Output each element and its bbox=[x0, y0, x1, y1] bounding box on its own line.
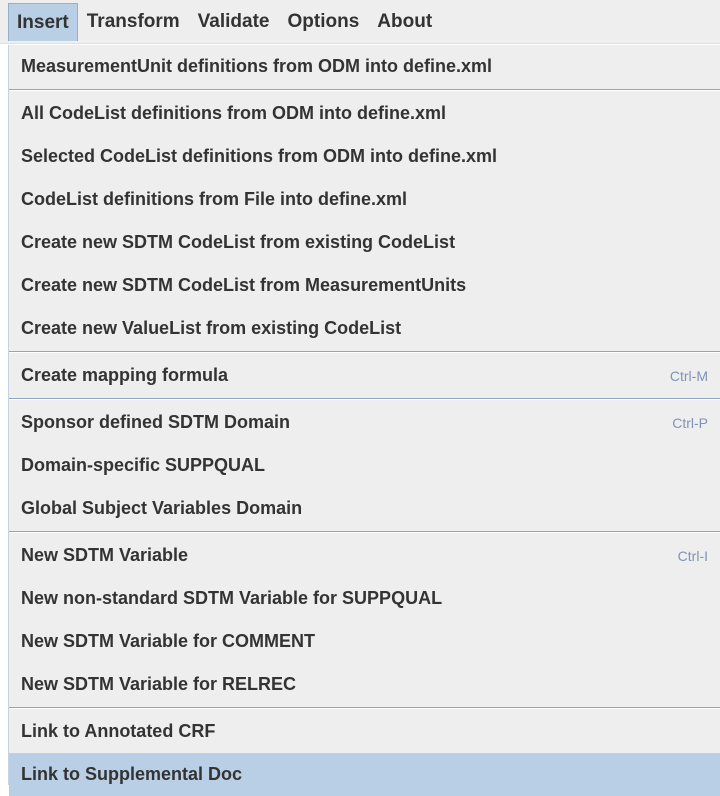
menu-item-label: Selected CodeList definitions from ODM i… bbox=[21, 146, 498, 166]
insert-dropdown-menu: MeasurementUnit definitions from ODM int… bbox=[8, 45, 720, 796]
menu-item-codelist-definitions-from-file[interactable]: CodeList definitions from File into defi… bbox=[9, 178, 720, 221]
menu-item-new-variable-comment[interactable]: New SDTM Variable for COMMENT bbox=[9, 620, 720, 663]
menu-item-link-supplemental-doc[interactable]: Link to Supplemental Doc bbox=[9, 753, 720, 796]
menu-item-new-variable-relrec[interactable]: New SDTM Variable for RELREC bbox=[9, 663, 720, 706]
menu-options[interactable]: Options bbox=[279, 3, 369, 41]
menu-bar: Insert Transform Validate Options About bbox=[0, 0, 720, 44]
menu-item-selected-codelist-definitions[interactable]: Selected CodeList definitions from ODM i… bbox=[9, 135, 720, 178]
menu-item-measurementunit-definitions[interactable]: MeasurementUnit definitions from ODM int… bbox=[9, 45, 720, 88]
menu-item-shortcut: Ctrl-P bbox=[672, 414, 708, 431]
menu-item-label: Link to Annotated CRF bbox=[21, 721, 216, 741]
menu-item-label: Link to Supplemental Doc bbox=[21, 764, 243, 784]
menu-item-new-sdtm-codelist-from-units[interactable]: Create new SDTM CodeList from Measuremen… bbox=[9, 264, 720, 307]
menu-separator bbox=[9, 88, 720, 92]
menu-item-new-valuelist-from-codelist[interactable]: Create new ValueList from existing CodeL… bbox=[9, 307, 720, 350]
menu-item-label: New SDTM Variable for RELREC bbox=[21, 674, 297, 694]
menu-validate[interactable]: Validate bbox=[189, 3, 279, 41]
menu-item-all-codelist-definitions[interactable]: All CodeList definitions from ODM into d… bbox=[9, 92, 720, 135]
menu-item-domain-specific-suppqual[interactable]: Domain-specific SUPPQUAL bbox=[9, 444, 720, 487]
menu-separator bbox=[9, 397, 720, 401]
menu-separator bbox=[9, 530, 720, 534]
menu-item-label: Create new SDTM CodeList from Measuremen… bbox=[21, 275, 467, 295]
menu-item-label: Create mapping formula bbox=[21, 365, 229, 385]
menu-item-global-subject-variables[interactable]: Global Subject Variables Domain bbox=[9, 487, 720, 530]
menu-item-label: All CodeList definitions from ODM into d… bbox=[21, 103, 447, 123]
menu-item-new-sdtm-codelist-from-codelist[interactable]: Create new SDTM CodeList from existing C… bbox=[9, 221, 720, 264]
menu-item-label: Global Subject Variables Domain bbox=[21, 498, 303, 518]
menu-insert[interactable]: Insert bbox=[8, 2, 78, 41]
menu-item-sponsor-defined-domain[interactable]: Sponsor defined SDTM Domain Ctrl-P bbox=[9, 401, 720, 444]
menu-item-create-mapping-formula[interactable]: Create mapping formula Ctrl-M bbox=[9, 354, 720, 397]
menu-about[interactable]: About bbox=[368, 3, 441, 41]
menu-separator bbox=[9, 706, 720, 710]
menu-item-label: New SDTM Variable bbox=[21, 545, 189, 565]
menu-item-label: New SDTM Variable for COMMENT bbox=[21, 631, 316, 651]
menu-item-label: New non-standard SDTM Variable for SUPPQ… bbox=[21, 588, 443, 608]
menu-item-shortcut: Ctrl-I bbox=[677, 547, 708, 564]
menu-transform[interactable]: Transform bbox=[78, 3, 189, 41]
menu-item-new-nonstandard-variable[interactable]: New non-standard SDTM Variable for SUPPQ… bbox=[9, 577, 720, 620]
menu-item-label: Sponsor defined SDTM Domain bbox=[21, 412, 291, 432]
menu-item-label: Domain-specific SUPPQUAL bbox=[21, 455, 266, 475]
menu-item-label: Create new SDTM CodeList from existing C… bbox=[21, 232, 456, 252]
menu-separator bbox=[9, 350, 720, 354]
menu-item-new-sdtm-variable[interactable]: New SDTM Variable Ctrl-I bbox=[9, 534, 720, 577]
menu-item-label: MeasurementUnit definitions from ODM int… bbox=[21, 56, 493, 76]
menu-item-shortcut: Ctrl-M bbox=[669, 367, 708, 384]
menu-item-link-annotated-crf[interactable]: Link to Annotated CRF bbox=[9, 710, 720, 753]
menu-item-label: CodeList definitions from File into defi… bbox=[21, 189, 408, 209]
menu-item-label: Create new ValueList from existing CodeL… bbox=[21, 318, 402, 338]
